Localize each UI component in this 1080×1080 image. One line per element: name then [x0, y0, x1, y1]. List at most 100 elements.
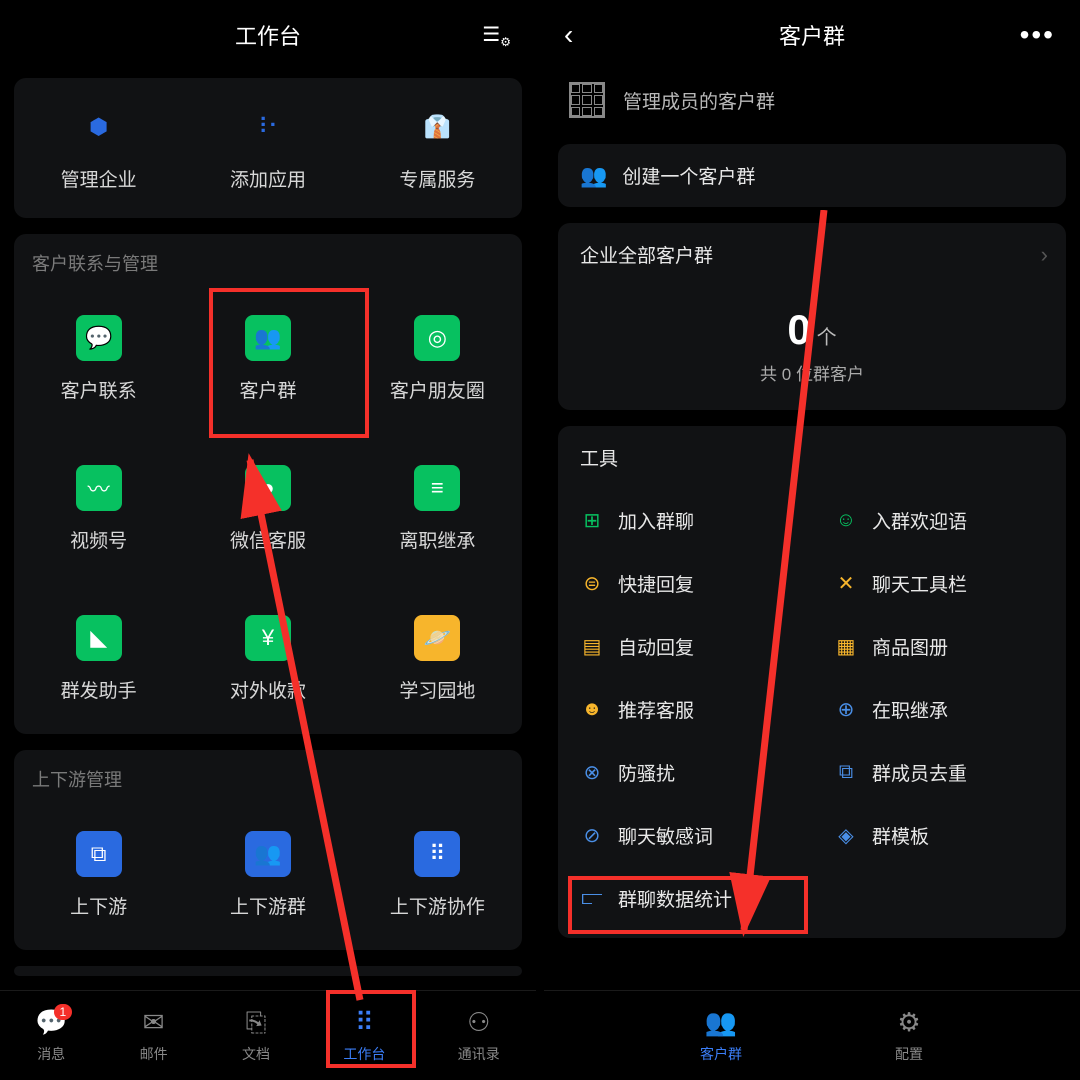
cell-label: 管理企业 [61, 165, 137, 192]
app-cell[interactable]: ◎客户朋友圈 [353, 284, 522, 434]
tool-在职继承[interactable]: ⊕在职继承 [812, 678, 1066, 741]
grid-icon [569, 82, 605, 118]
tool-推荐客服[interactable]: ☻推荐客服 [558, 678, 812, 741]
tool-群模板[interactable]: ◈群模板 [812, 804, 1066, 867]
nav-工作台[interactable]: ⠿工作台 [343, 1008, 385, 1064]
left-header: 工作台 ☰⚙ [0, 0, 536, 70]
app-cell[interactable]: ⠸⠂添加应用 [183, 78, 352, 218]
tool-label: 群成员去重 [872, 759, 967, 786]
app-cell[interactable]: 👥客户群 [183, 284, 352, 434]
all-groups-card: 企业全部客户群 › 0 个 共 0 位群客户 [558, 223, 1066, 410]
cell-label: 学习园地 [399, 676, 475, 703]
cell-label: 上下游群 [230, 892, 306, 919]
视频号-icon: 〰 [76, 465, 122, 511]
tool-label: 聊天敏感词 [618, 822, 713, 849]
app-cell[interactable]: ≡离职继承 [353, 434, 522, 584]
tool-label: 推荐客服 [618, 696, 694, 723]
学习园地-icon: 🪐 [414, 615, 460, 661]
count-unit: 个 [817, 321, 837, 350]
section-title: 上下游管理 [14, 750, 522, 800]
top-grid: ⬢管理企业⠸⠂添加应用 👔 专属服务 [14, 78, 522, 218]
nav-客户群[interactable]: 👥 客户群 [700, 1008, 742, 1064]
chevron-right-icon: › [1041, 242, 1048, 268]
客户群-icon: 👥 [245, 315, 291, 361]
cell-label: 对外收款 [230, 676, 306, 703]
cell-label: 添加应用 [230, 165, 306, 192]
nav-label: 通讯录 [458, 1044, 500, 1064]
nav-配置[interactable]: ⚙配置 [894, 1008, 924, 1064]
tool-label: 群模板 [872, 822, 929, 849]
app-cell[interactable]: ⠿上下游协作 [353, 800, 522, 950]
tool-群聊数据统计[interactable]: ⫍群聊数据统计 [558, 867, 812, 930]
create-group-row[interactable]: 👥 创建一个客户群 [558, 144, 1066, 207]
tool-icon: ⊘ [580, 824, 604, 848]
card-stub [14, 966, 522, 976]
app-cell[interactable]: 👔 专属服务 [353, 78, 522, 218]
nav-label: 消息 [37, 1044, 65, 1064]
nav-icon: ⚙ [894, 1008, 924, 1038]
manage-members-row[interactable]: 管理成员的客户群 [544, 70, 1080, 136]
nav-icon: 👥 [706, 1008, 736, 1038]
对外收款-icon: ¥ [245, 615, 291, 661]
create-label: 创建一个客户群 [622, 162, 755, 189]
专属服务-icon: 👔 [414, 104, 460, 150]
客户联系-icon: 💬 [76, 315, 122, 361]
tool-label: 加入群聊 [618, 507, 694, 534]
tool-快捷回复[interactable]: ⊜快捷回复 [558, 552, 812, 615]
tool-label: 商品图册 [872, 633, 948, 660]
tool-icon: ☺ [834, 509, 858, 533]
group-icon: 👥 [580, 163, 607, 189]
app-cell[interactable]: ⬢管理企业 [14, 78, 183, 218]
tool-自动回复[interactable]: ▤自动回复 [558, 615, 812, 678]
上下游-icon: ⧉ [76, 831, 122, 877]
count-value: 0 [787, 306, 810, 354]
tool-防骚扰[interactable]: ⊗防骚扰 [558, 741, 812, 804]
上下游协作-icon: ⠿ [414, 831, 460, 877]
cell-label: 微信客服 [230, 526, 306, 553]
tool-label: 防骚扰 [618, 759, 675, 786]
tool-加入群聊[interactable]: ⊞ 加入群聊 [558, 489, 812, 552]
nav-icon: ⚇ [464, 1008, 494, 1038]
tool-商品图册[interactable]: ▦商品图册 [812, 615, 1066, 678]
tool-聊天工具栏[interactable]: ✕聊天工具栏 [812, 552, 1066, 615]
tool-群成员去重[interactable]: ⧉ 群成员去重 [812, 741, 1066, 804]
app-cell[interactable]: ◣群发助手 [14, 584, 183, 734]
nav-邮件[interactable]: ✉ 邮件 [139, 1008, 169, 1064]
bottom-nav-right: 👥 客户群 ⚙配置 [544, 990, 1080, 1080]
more-icon[interactable]: ••• [1020, 19, 1055, 51]
app-cell[interactable]: 🪐 学习园地 [353, 584, 522, 734]
tool-入群欢迎语[interactable]: ☺入群欢迎语 [812, 489, 1066, 552]
nav-label: 文档 [242, 1044, 270, 1064]
cell-label: 客户朋友圈 [390, 376, 485, 403]
nav-label: 邮件 [140, 1044, 168, 1064]
tool-聊天敏感词[interactable]: ⊘ 聊天敏感词 [558, 804, 812, 867]
back-icon[interactable]: ‹ [564, 19, 573, 51]
tools-title: 工具 [558, 426, 1066, 489]
app-cell[interactable]: ●微信客服 [183, 434, 352, 584]
page-title: 客户群 [779, 19, 845, 51]
cell-label: 群发助手 [61, 676, 137, 703]
app-cell[interactable]: 〰视频号 [14, 434, 183, 584]
cell-label: 客户联系 [61, 376, 137, 403]
app-cell[interactable]: ⧉上下游 [14, 800, 183, 950]
settings-icon[interactable]: ☰⚙ [482, 22, 511, 49]
cell-label: 专属服务 [399, 165, 475, 192]
nav-通讯录[interactable]: ⚇ 通讯录 [458, 1008, 500, 1064]
manage-label: 管理成员的客户群 [623, 87, 775, 114]
tool-icon: ⊞ [580, 509, 604, 533]
stat-block: 0 个 共 0 位群客户 [558, 286, 1066, 410]
nav-消息[interactable]: 💬消息1 [36, 1008, 66, 1064]
tool-label: 群聊数据统计 [618, 885, 732, 912]
tool-icon: ▤ [580, 635, 604, 659]
tool-icon: ⧉ [834, 761, 858, 785]
app-cell[interactable]: ¥ 对外收款 [183, 584, 352, 734]
tools-card: 工具 ⊞ 加入群聊 ☺入群欢迎语⊜快捷回复✕聊天工具栏▤自动回复▦商品图册☻推荐客服… [558, 426, 1066, 938]
app-cell[interactable]: 👥上下游群 [183, 800, 352, 950]
app-cell[interactable]: 💬 客户联系 [14, 284, 183, 434]
all-groups-label: 企业全部客户群 [580, 241, 713, 268]
nav-label: 客户群 [700, 1044, 742, 1064]
nav-icon: ✉ [139, 1008, 169, 1038]
cell-label: 离职继承 [399, 526, 475, 553]
nav-文档[interactable]: ⎘文档 [241, 1008, 271, 1064]
all-groups-row[interactable]: 企业全部客户群 › [558, 223, 1066, 286]
